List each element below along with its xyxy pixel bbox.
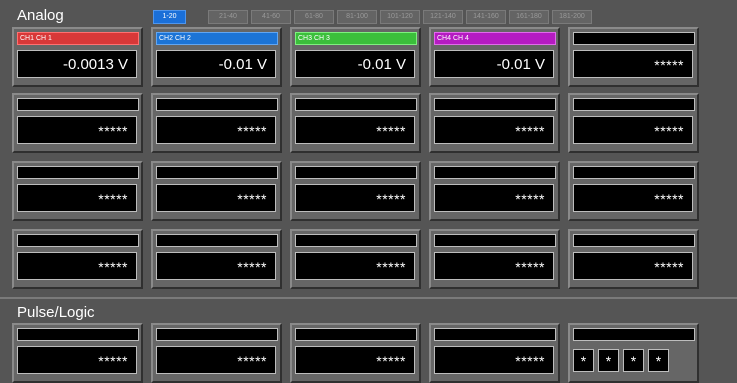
- channel-value: *****: [17, 252, 137, 280]
- pulse-label: [156, 328, 278, 341]
- channel-value: *****: [156, 116, 276, 144]
- channel-cell-16[interactable]: *****: [12, 229, 143, 289]
- channel-label: [295, 98, 417, 111]
- channel-label: [156, 234, 278, 247]
- pulse-label: [434, 328, 556, 341]
- logic-bit: *: [623, 348, 644, 372]
- channel-label: [295, 166, 417, 179]
- channel-cell-15[interactable]: *****: [568, 161, 699, 221]
- analog-section-title: Analog: [17, 7, 64, 24]
- tab-range-21-40[interactable]: 21-40: [208, 10, 248, 24]
- channel-cell-9[interactable]: *****: [429, 93, 560, 153]
- channel-cell-4[interactable]: CH4 CH 4 -0.01 V: [429, 27, 560, 87]
- channel-value: *****: [17, 116, 137, 144]
- channel-label: [434, 166, 556, 179]
- pulse-logic-section-title: Pulse/Logic: [17, 304, 95, 321]
- channel-value: *****: [434, 116, 554, 144]
- channel-value: -0.01 V: [295, 50, 415, 78]
- channel-value: *****: [434, 252, 554, 280]
- channel-cell-1[interactable]: CH1 CH 1 -0.0013 V: [12, 27, 143, 87]
- channel-label: [17, 234, 139, 247]
- channel-label: [573, 98, 695, 111]
- channel-label: [17, 166, 139, 179]
- channel-label: [573, 234, 695, 247]
- channel-cell-5[interactable]: *****: [568, 27, 699, 87]
- channel-value: *****: [295, 116, 415, 144]
- channel-cell-17[interactable]: *****: [151, 229, 282, 289]
- logic-cell[interactable]: * * * *: [568, 323, 699, 383]
- channel-cell-13[interactable]: *****: [290, 161, 421, 221]
- channel-cell-12[interactable]: *****: [151, 161, 282, 221]
- channel-value: -0.0013 V: [17, 50, 137, 78]
- channel-value: *****: [573, 252, 693, 280]
- channel-label: [434, 234, 556, 247]
- channel-label: [573, 166, 695, 179]
- tab-range-41-60[interactable]: 41-60: [251, 10, 291, 24]
- channel-value: *****: [156, 252, 276, 280]
- pulse-value: *****: [17, 346, 137, 374]
- tab-range-1-20[interactable]: 1-20: [153, 10, 186, 24]
- channel-value: -0.01 V: [434, 50, 554, 78]
- channel-value: *****: [17, 184, 137, 212]
- pulse-cell-3[interactable]: *****: [290, 323, 421, 383]
- channel-cell-7[interactable]: *****: [151, 93, 282, 153]
- channel-value: *****: [295, 184, 415, 212]
- channel-label: [295, 234, 417, 247]
- channel-cell-20[interactable]: *****: [568, 229, 699, 289]
- channel-label: CH2 CH 2: [156, 32, 278, 45]
- logic-bit: *: [573, 348, 594, 372]
- channel-cell-10[interactable]: *****: [568, 93, 699, 153]
- pulse-value: *****: [156, 346, 276, 374]
- channel-value: *****: [295, 252, 415, 280]
- channel-value: *****: [573, 50, 693, 78]
- tab-range-81-100[interactable]: 81-100: [337, 10, 377, 24]
- channel-cell-3[interactable]: CH3 CH 3 -0.01 V: [290, 27, 421, 87]
- tab-range-161-180[interactable]: 161-180: [509, 10, 549, 24]
- channel-cell-11[interactable]: *****: [12, 161, 143, 221]
- channel-cell-18[interactable]: *****: [290, 229, 421, 289]
- tab-range-141-160[interactable]: 141-160: [466, 10, 506, 24]
- tab-range-61-80[interactable]: 61-80: [294, 10, 334, 24]
- channel-label: [156, 166, 278, 179]
- pulse-label: [17, 328, 139, 341]
- pulse-cell-2[interactable]: *****: [151, 323, 282, 383]
- logic-label: [573, 328, 695, 341]
- channel-value: *****: [156, 184, 276, 212]
- channel-cell-2[interactable]: CH2 CH 2 -0.01 V: [151, 27, 282, 87]
- channel-label: [156, 98, 278, 111]
- channel-label: [434, 98, 556, 111]
- channel-cell-19[interactable]: *****: [429, 229, 560, 289]
- channel-value: *****: [434, 184, 554, 212]
- channel-label: CH4 CH 4: [434, 32, 556, 45]
- logic-bits: * * * *: [573, 346, 693, 374]
- pulse-cell-4[interactable]: *****: [429, 323, 560, 383]
- channel-value: *****: [573, 116, 693, 144]
- channel-value: -0.01 V: [156, 50, 276, 78]
- channel-label: CH3 CH 3: [295, 32, 417, 45]
- tab-range-101-120[interactable]: 101-120: [380, 10, 420, 24]
- section-divider: [0, 297, 737, 299]
- channel-label: [17, 98, 139, 111]
- pulse-value: *****: [434, 346, 554, 374]
- logic-bit: *: [648, 348, 669, 372]
- tab-range-181-200[interactable]: 181-200: [552, 10, 592, 24]
- pulse-cell-1[interactable]: *****: [12, 323, 143, 383]
- pulse-label: [295, 328, 417, 341]
- channel-cell-6[interactable]: *****: [12, 93, 143, 153]
- channel-label: [573, 32, 695, 45]
- channel-cell-8[interactable]: *****: [290, 93, 421, 153]
- channel-value: *****: [573, 184, 693, 212]
- logic-bit: *: [598, 348, 619, 372]
- channel-cell-14[interactable]: *****: [429, 161, 560, 221]
- pulse-value: *****: [295, 346, 415, 374]
- channel-label: CH1 CH 1: [17, 32, 139, 45]
- tab-range-121-140[interactable]: 121-140: [423, 10, 463, 24]
